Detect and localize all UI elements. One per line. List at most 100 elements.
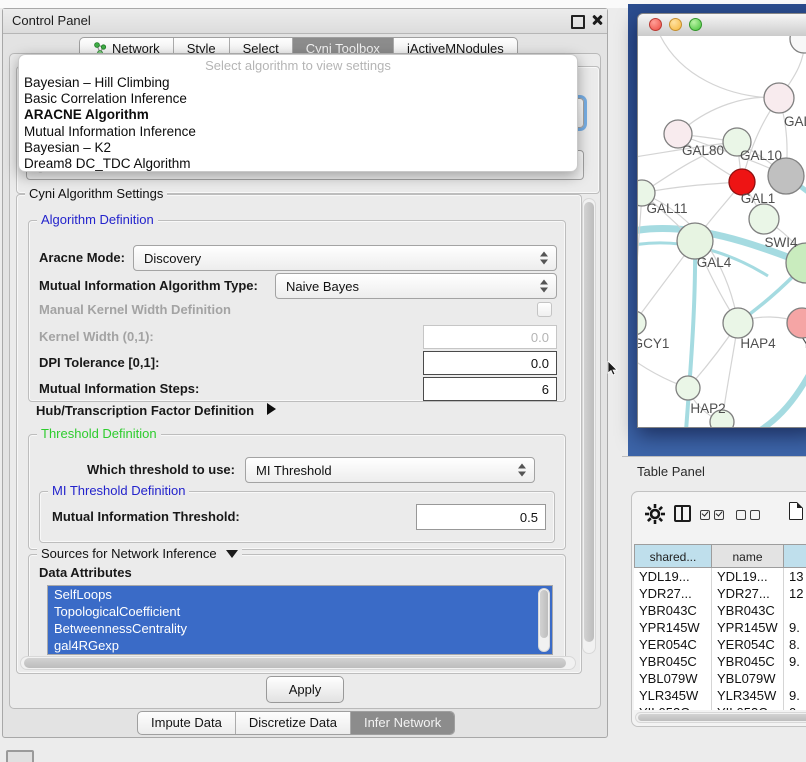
close-window-icon[interactable] (649, 18, 662, 31)
table-column-header[interactable] (784, 544, 806, 568)
network-node-label: GCY1 (638, 336, 669, 351)
network-node[interactable] (638, 311, 646, 335)
table-row[interactable]: YER054CYER054C8. (634, 636, 806, 653)
table-row[interactable]: YBR045CYBR045C9. (634, 653, 806, 670)
gear-icon[interactable] (644, 503, 666, 525)
mi-type-label: Mutual Information Algorithm Type: (39, 273, 258, 299)
tab-impute-data[interactable]: Impute Data (138, 712, 236, 734)
data-attributes-heading: Data Attributes (39, 565, 132, 580)
table-row[interactable]: YBR043CYBR043C (634, 602, 806, 619)
table-row[interactable]: YPR145WYPR145W9. (634, 619, 806, 636)
network-node[interactable] (723, 308, 753, 338)
table-cell: YBR043C (634, 602, 712, 619)
network-node[interactable] (768, 158, 804, 194)
attribute-item[interactable]: gal4RGexp (48, 637, 552, 654)
table-column-header[interactable]: shared... (634, 544, 712, 568)
deselect-all-icon[interactable] (736, 510, 746, 520)
manual-kernel-checkbox[interactable] (537, 302, 552, 317)
zoom-window-icon[interactable] (689, 18, 702, 31)
network-node-label: GAL80 (682, 143, 724, 158)
deselect-all-icon-2[interactable] (750, 510, 760, 520)
export-table-icon[interactable] (789, 502, 803, 520)
table-column-header[interactable]: name (712, 544, 784, 568)
float-window-icon[interactable] (571, 15, 585, 29)
table-cell: YER054C (712, 636, 784, 653)
algorithm-option[interactable]: Dream8 DC_TDC Algorithm (19, 156, 577, 172)
network-node[interactable] (677, 223, 713, 259)
apply-button[interactable]: Apply (266, 676, 344, 703)
network-node[interactable] (790, 36, 806, 53)
algorithm-option[interactable]: Bayesian – K2 (19, 140, 577, 156)
table-cell: YPR145W (712, 619, 784, 636)
tab-infer-network[interactable]: Infer Network (351, 712, 454, 734)
table-cell: YER054C (634, 636, 712, 653)
table-panel-region: Table Panel shared...name YDL19...YDL19.… (622, 456, 806, 762)
settings-group-title: Cyni Algorithm Settings (25, 186, 167, 202)
aracne-mode-label: Aracne Mode: (39, 245, 125, 271)
control-panel-titlebar: Control Panel (3, 9, 607, 34)
attribute-item[interactable]: TopologicalCoefficient (48, 603, 552, 620)
bottom-tabstrip: Impute Data Discretize Data Infer Networ… (137, 711, 455, 735)
table-row[interactable]: YDR27...YDR27...12 (634, 585, 806, 602)
kernel-width-value: 0.0 (531, 330, 549, 345)
table-header-row: shared...name (634, 544, 806, 568)
control-panel-title: Control Panel (12, 13, 91, 28)
select-all-check-icon[interactable] (700, 510, 710, 520)
table-cell: YLR345W (712, 687, 784, 704)
dpi-tolerance-field[interactable]: 0.0 (423, 351, 557, 375)
close-panel-icon[interactable] (591, 14, 603, 26)
combo-spinner-icon (518, 464, 527, 477)
table-row[interactable]: YBL079WYBL079W (634, 670, 806, 687)
screen: Control Panel Network Style (0, 0, 806, 762)
sources-group-title[interactable]: Sources for Network Inference (37, 546, 242, 562)
which-threshold-combo[interactable]: MI Threshold (245, 457, 535, 483)
network-node[interactable] (676, 376, 700, 400)
algorithm-option[interactable]: Bayesian – Hill Climbing (19, 75, 577, 91)
table-cell: YDL19... (712, 568, 784, 585)
table-row[interactable]: YDL19...YDL19...13 (634, 568, 806, 585)
table-cell: YLR345W (634, 687, 712, 704)
attr-items-container: SelfLoopsTopologicalCoefficientBetweenne… (48, 586, 552, 654)
algorithm-dropdown-prompt: Select algorithm to view settings (19, 55, 577, 75)
dpi-tolerance-value: 0.0 (531, 356, 549, 371)
attribute-item[interactable]: BetweennessCentrality (48, 620, 552, 637)
algorithm-dropdown-popup: Select algorithm to view settings Bayesi… (18, 54, 578, 172)
minimize-window-icon[interactable] (669, 18, 682, 31)
table-row[interactable]: YIL052CYIL052C0. (634, 704, 806, 710)
algorithm-definition-title: Algorithm Definition (37, 212, 158, 228)
tab-discretize-data[interactable]: Discretize Data (236, 712, 351, 734)
table-row[interactable]: YLR345WYLR345W9. (634, 687, 806, 704)
algorithm-option[interactable]: Basic Correlation Inference (19, 91, 577, 107)
algorithm-options: Bayesian – Hill ClimbingBasic Correlatio… (19, 75, 577, 172)
network-canvas[interactable]: GAL7GAL80GAL10GAL1GAL11GAL4SWI4GCY1HAP4Y… (638, 36, 806, 427)
hub-definition-toggle[interactable]: Hub/Transcription Factor Definition (36, 402, 276, 420)
mi-threshold-field[interactable]: 0.5 (416, 504, 546, 530)
kernel-width-field[interactable]: 0.0 (423, 325, 557, 349)
attributes-scrollbar[interactable] (538, 588, 550, 652)
table-cell (784, 670, 806, 687)
aracne-mode-combo[interactable]: Discovery (133, 245, 557, 271)
algorithm-option[interactable]: Mutual Information Inference (19, 124, 577, 140)
table-horizontal-scrollbar[interactable] (635, 712, 806, 723)
minimized-panel-chip[interactable] (6, 750, 34, 762)
attribute-item[interactable]: SelfLoops (48, 586, 552, 603)
mi-steps-field[interactable]: 6 (423, 377, 557, 401)
network-node[interactable] (764, 83, 794, 113)
network-node-label: HAP4 (740, 336, 776, 351)
network-edge (658, 36, 779, 98)
network-node[interactable] (749, 204, 779, 234)
table-cell (784, 602, 806, 619)
collapse-down-icon (226, 550, 238, 558)
table-cell: 9. (784, 619, 806, 636)
settings-horizontal-scrollbar[interactable] (20, 656, 576, 670)
sources-group: Sources for Network Inference Data Attri… (28, 554, 566, 660)
aracne-mode-value: Discovery (144, 251, 201, 266)
select-all-check-icon-2[interactable] (714, 510, 724, 520)
mi-threshold-title: MI Threshold Definition (48, 483, 189, 499)
network-node[interactable] (787, 308, 806, 338)
column-settings-icon[interactable] (674, 505, 691, 522)
settings-vertical-scrollbar[interactable] (582, 198, 596, 654)
network-window-titlebar[interactable] (638, 14, 806, 37)
mi-type-combo[interactable]: Naive Bayes (275, 273, 557, 299)
algorithm-option[interactable]: ARACNE Algorithm (19, 107, 577, 123)
